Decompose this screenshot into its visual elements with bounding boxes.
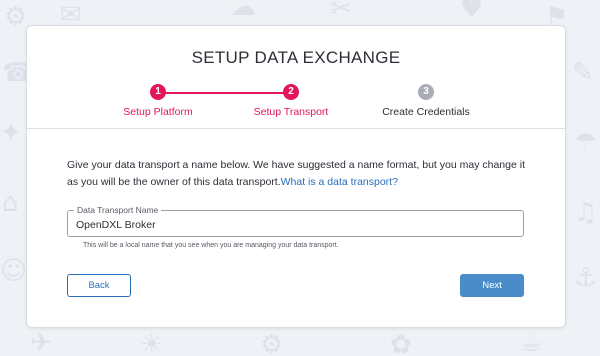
decorative-icon: ⚙ [4, 2, 28, 32]
decorative-icon: ⚓ [574, 263, 598, 293]
stepper: 1 Setup Platform 2 Setup Transport 3 Cre… [27, 84, 565, 124]
decorative-icon: ✿ [390, 330, 412, 356]
decorative-icon: ☺ [0, 256, 28, 286]
decorative-icon: ⌂ [2, 188, 19, 218]
step-label: Create Credentials [382, 106, 470, 118]
step-number-badge: 2 [283, 84, 299, 100]
decorative-icon: ☀ [140, 330, 164, 356]
step-setup-platform[interactable]: 1 Setup Platform [88, 84, 228, 118]
step-label: Setup Platform [123, 106, 193, 118]
step-setup-transport[interactable]: 2 Setup Transport [221, 84, 361, 118]
dialog-header: SETUP DATA EXCHANGE 1 Setup Platform 2 S… [27, 26, 565, 129]
decorative-icon: ♥ [460, 0, 484, 24]
decorative-icon: ✂ [330, 0, 352, 24]
step-label: Setup Transport [253, 106, 329, 118]
decorative-icon: ☁ [230, 0, 256, 22]
decorative-icon: ☕ [520, 328, 544, 356]
setup-dialog: SETUP DATA EXCHANGE 1 Setup Platform 2 S… [26, 25, 566, 328]
dialog-title: SETUP DATA EXCHANGE [191, 48, 401, 67]
transport-name-field[interactable]: Data Transport Name [67, 205, 524, 237]
decorative-icon: ✎ [572, 58, 594, 88]
description-text: Give your data transport a name below. W… [67, 157, 537, 191]
transport-name-hint: This will be a local name that you see w… [83, 242, 339, 249]
decorative-icon: ✦ [0, 118, 22, 148]
what-is-data-transport-link[interactable]: What is a data transport? [281, 176, 398, 188]
transport-name-label: Data Transport Name [74, 205, 162, 215]
decorative-icon: ☂ [574, 128, 598, 158]
decorative-icon: ♫ [574, 198, 598, 228]
step-number-badge: 3 [418, 84, 434, 100]
decorative-icon: ⚙ [260, 330, 284, 356]
back-button[interactable]: Back [67, 274, 131, 297]
step-number-badge: 1 [150, 84, 166, 100]
step-create-credentials[interactable]: 3 Create Credentials [356, 84, 496, 118]
decorative-icon: ✈ [30, 328, 52, 356]
next-button[interactable]: Next [460, 274, 524, 297]
